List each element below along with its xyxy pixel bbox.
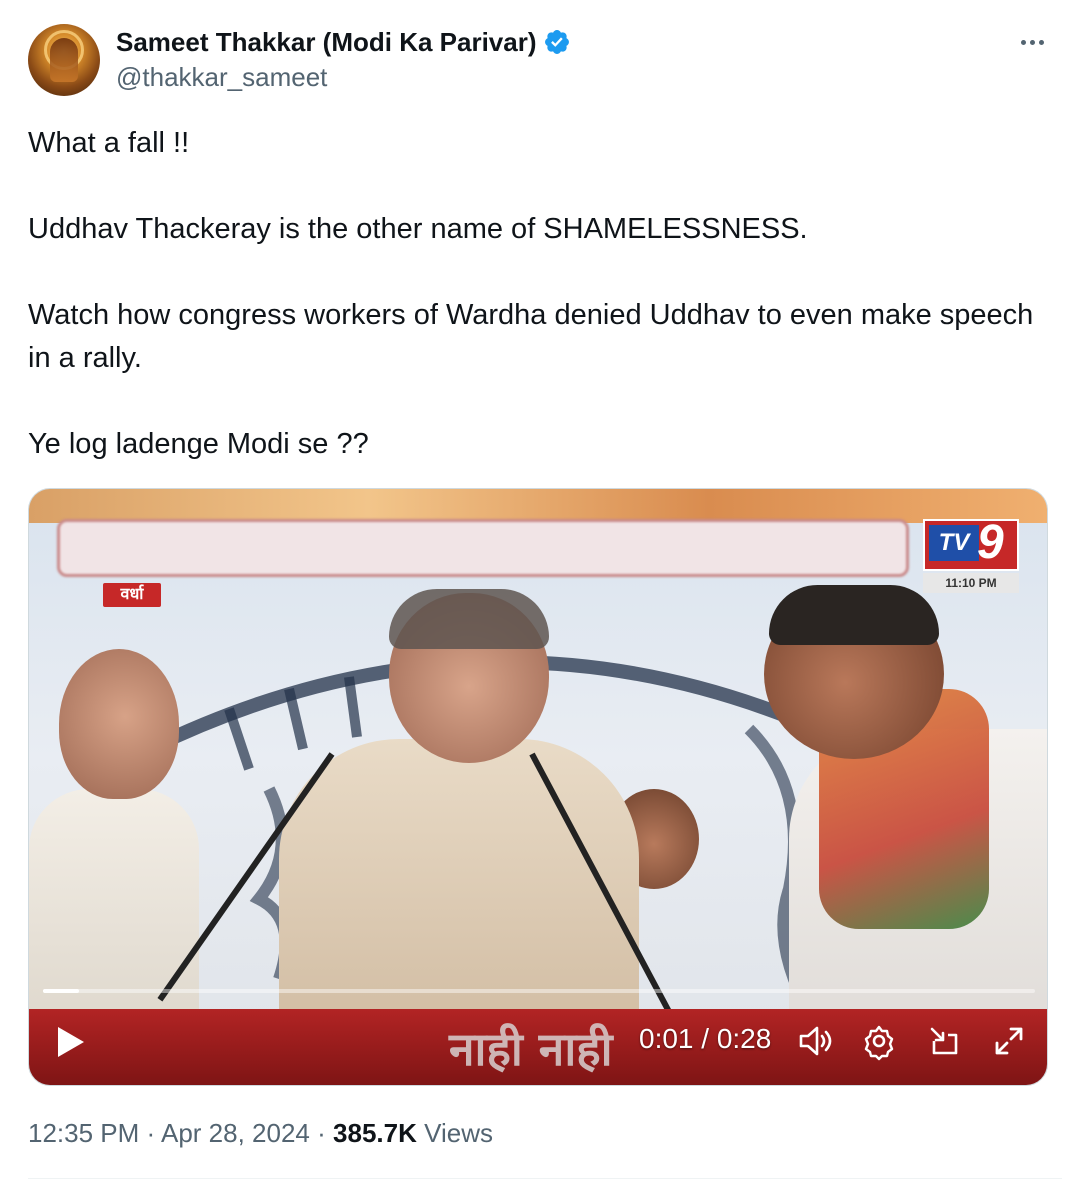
avatar[interactable] [28,24,100,96]
tweet-paragraph-1: What a fall !! [28,127,190,159]
author-handle[interactable]: @thakkar_sameet [116,62,327,93]
video-player[interactable]: वर्धा TV 9 11:10 PM नाही नाही 0:01 / 0:2… [28,488,1048,1086]
stage-banner [29,489,1047,523]
person-right-hair [769,585,939,645]
meta-separator: · [317,1118,326,1148]
volume-icon[interactable] [795,1021,835,1061]
progress-bar[interactable] [43,989,1035,993]
meta-separator: · [146,1118,156,1148]
person-left-head [59,649,179,799]
tweet: Sameet Thakkar (Modi Ka Parivar) @thakka… [0,0,1090,1180]
views-label: Views [424,1118,493,1148]
views-count: 385.7K [333,1118,417,1148]
avatar-figure [50,38,78,82]
time-display: 0:01 / 0:28 [639,1023,772,1054]
location-tag: वर्धा [103,583,161,607]
tweet-time[interactable]: 12:35 PM [28,1118,139,1148]
channel-logo-tv: TV [929,525,979,561]
tweet-meta: 12:35 PM · Apr 28, 2024 · 385.7K Views [28,1118,493,1149]
author-display-name[interactable]: Sameet Thakkar (Modi Ka Parivar) [116,27,537,58]
settings-icon[interactable] [859,1021,899,1061]
tweet-date[interactable]: Apr 28, 2024 [161,1118,310,1148]
picture-in-picture-icon[interactable] [925,1021,965,1061]
divider [28,1178,1062,1179]
channel-logo: TV 9 11:10 PM [923,516,1019,599]
news-lower-third [57,519,909,577]
more-options-icon[interactable] [1014,28,1050,56]
channel-logo-number: 9 [977,516,1004,569]
speaker-hair [389,589,549,649]
verified-badge-icon [543,28,571,56]
play-icon[interactable] [55,1025,87,1059]
video-controls: 0:01 / 0:28 [29,983,1047,1085]
tweet-paragraph-4: Ye log ladenge Modi se ?? [28,428,369,460]
author-name-row: Sameet Thakkar (Modi Ka Parivar) [116,26,571,58]
fullscreen-icon[interactable] [989,1021,1029,1061]
tweet-text: What a fall !! Uddhav Thackeray is the o… [28,122,1048,466]
progress-fill [43,989,79,993]
tweet-paragraph-2: Uddhav Thackeray is the other name of SH… [28,213,808,245]
channel-time: 11:10 PM [923,573,1019,593]
tweet-paragraph-3: Watch how congress workers of Wardha den… [28,299,1034,374]
